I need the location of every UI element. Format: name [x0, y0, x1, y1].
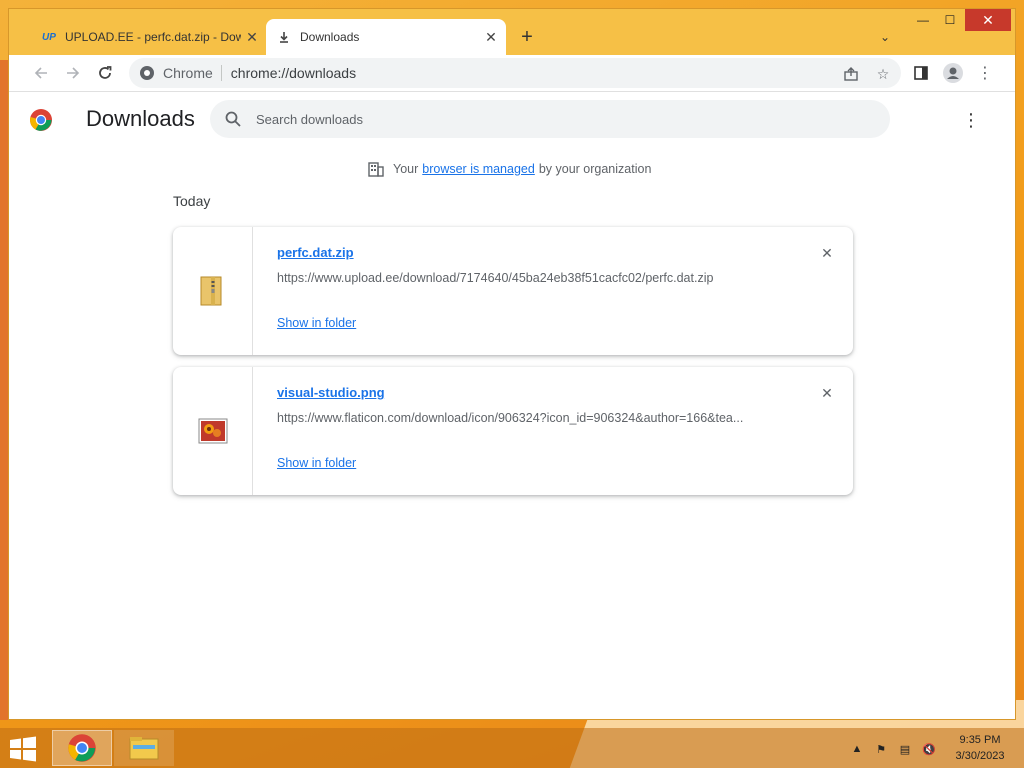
address-bar[interactable]: Chrome chrome://downloads ☆ — [129, 58, 901, 88]
omnibox-chip: Chrome — [163, 65, 222, 81]
tab-close-icon[interactable]: ✕ — [480, 26, 502, 48]
file-icon-column — [173, 367, 253, 495]
managed-suffix: by your organization — [538, 162, 652, 176]
managed-link[interactable]: browser is managed — [422, 162, 535, 176]
tab-title: Downloads — [300, 30, 360, 44]
page-title: Downloads — [86, 106, 195, 131]
taskbar: ▲ ⚑ ▤ 🔇 9:35 PM 3/30/2023 — [0, 728, 1024, 768]
action-center-flag-icon[interactable]: ⚑ — [872, 740, 890, 758]
remove-download-close-icon[interactable]: ✕ — [817, 383, 837, 403]
download-item: perfc.dat.zip https://www.upload.ee/down… — [173, 227, 853, 355]
profile-avatar-icon[interactable] — [941, 61, 965, 85]
chrome-logo-icon — [30, 109, 52, 131]
file-url: https://www.upload.ee/download/7174640/4… — [277, 271, 714, 285]
building-icon — [368, 162, 384, 177]
search-bar[interactable] — [210, 100, 890, 138]
managed-prefix: Your — [393, 162, 419, 176]
chrome-site-icon — [140, 66, 154, 80]
window-close-icon[interactable]: ✕ — [965, 9, 1011, 31]
volume-muted-icon[interactable]: 🔇 — [920, 740, 938, 758]
back-arrow-icon[interactable] — [29, 61, 53, 85]
file-icon-column — [173, 227, 253, 355]
download-icon — [276, 29, 292, 45]
downloads-page: Downloads ⋮ Your browser is managed by y… — [9, 91, 1015, 719]
file-explorer-icon — [129, 737, 159, 760]
download-item: visual-studio.png https://www.flaticon.c… — [173, 367, 853, 495]
image-file-icon — [198, 418, 227, 444]
file-name-link[interactable]: visual-studio.png — [277, 385, 385, 400]
clock-time: 9:35 PM — [959, 734, 1001, 746]
forward-arrow-icon[interactable] — [61, 61, 85, 85]
search-input[interactable] — [256, 111, 856, 127]
tab-title: UPLOAD.EE - perfc.dat.zip - Dow — [65, 30, 241, 44]
minimize-icon[interactable]: — — [909, 9, 937, 31]
browser-toolbar: Chrome chrome://downloads ☆ ⋮ — [9, 55, 1015, 91]
taskbar-chrome-button[interactable] — [52, 730, 112, 766]
windows-start-icon[interactable] — [8, 736, 38, 762]
managed-notice: Your browser is managed by your organiza… — [367, 160, 651, 178]
tab-downloads[interactable]: Downloads ✕ — [266, 19, 506, 55]
show-hidden-icons-chevron-icon[interactable]: ▲ — [848, 740, 866, 758]
show-in-folder-link[interactable]: Show in folder — [277, 316, 356, 330]
downloads-header: Downloads ⋮ — [9, 92, 1015, 148]
zip-folder-icon — [200, 276, 221, 306]
maximize-icon[interactable]: ☐ — [937, 9, 963, 31]
file-name-link[interactable]: perfc.dat.zip — [277, 245, 354, 260]
clock-date: 3/30/2023 — [955, 750, 1005, 762]
title-bar: UP UPLOAD.EE - perfc.dat.zip - Dow ✕ Dow… — [9, 9, 1015, 55]
taskbar-file-explorer-button[interactable] — [114, 730, 174, 766]
more-actions-icon[interactable]: ⋮ — [961, 110, 981, 130]
taskbar-clock[interactable]: 9:35 PM 3/30/2023 — [950, 732, 1010, 764]
tab-close-icon[interactable]: ✕ — [241, 26, 263, 48]
file-url: https://www.flaticon.com/download/icon/9… — [277, 411, 744, 425]
new-tab-plus-icon[interactable]: + — [515, 25, 539, 49]
network-icon[interactable]: ▤ — [896, 740, 914, 758]
side-panel-icon[interactable] — [909, 61, 933, 85]
browser-window: UP UPLOAD.EE - perfc.dat.zip - Dow ✕ Dow… — [8, 8, 1016, 720]
bookmark-star-icon[interactable]: ☆ — [873, 64, 893, 84]
tab-upload-ee[interactable]: UP UPLOAD.EE - perfc.dat.zip - Dow ✕ — [31, 19, 267, 55]
tab-search-chevron-icon[interactable]: ⌄ — [875, 27, 895, 47]
browser-menu-icon[interactable]: ⋮ — [973, 61, 997, 85]
remove-download-close-icon[interactable]: ✕ — [817, 243, 837, 263]
chrome-taskbar-icon — [68, 734, 96, 762]
upload-ee-logo-icon: UP — [42, 31, 56, 43]
reload-icon[interactable] — [93, 61, 117, 85]
show-in-folder-link[interactable]: Show in folder — [277, 456, 356, 470]
omnibox-url[interactable]: chrome://downloads — [222, 65, 356, 81]
search-icon — [225, 111, 241, 127]
share-icon[interactable] — [841, 64, 861, 84]
date-section-label: Today — [173, 193, 211, 209]
